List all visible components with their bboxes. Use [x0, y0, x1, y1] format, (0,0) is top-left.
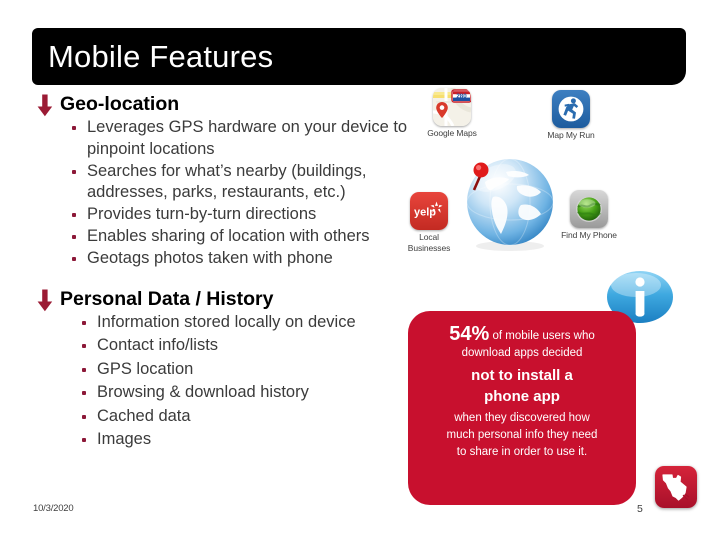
- content-column: Geo-location Leverages GPS hardware on y…: [36, 92, 426, 453]
- app-icon-label: Local Businesses: [407, 232, 451, 253]
- callout-stat-value: 54%: [449, 323, 490, 345]
- running-person-icon: [552, 90, 590, 128]
- section-title: Geo-location: [60, 93, 180, 115]
- section-heading-row: Personal Data / History: [36, 287, 426, 311]
- callout-line-4: much personal info they need: [446, 429, 598, 441]
- callout-line-3: when they discovered how: [454, 412, 590, 424]
- callout-emphasis-line-1: not to install a: [471, 367, 573, 384]
- down-arrow-icon: [36, 289, 54, 312]
- section-heading-row: Geo-location: [36, 92, 426, 117]
- app-icon-label: Map My Run: [547, 130, 595, 140]
- callout-emphasis-line-2: phone app: [484, 388, 560, 405]
- callout-line-2: download apps decided: [461, 347, 583, 359]
- yelp-icon: yelp: [410, 192, 448, 230]
- list-item: Leverages GPS hardware on your device to…: [70, 117, 426, 160]
- callout-line-1-rest: of mobile users who: [489, 330, 595, 342]
- list-item: GPS location: [80, 359, 426, 381]
- page-title: Mobile Features: [48, 39, 274, 74]
- slide-date: 10/3/2020: [33, 503, 74, 514]
- list-item: Browsing & download history: [80, 382, 426, 404]
- slide-title-bar: Mobile Features: [32, 28, 686, 85]
- app-icon-google-maps: 280 Google Maps: [423, 88, 481, 139]
- globe-with-location-pin-graphic: [459, 150, 562, 253]
- find-my-phone-icon: [570, 190, 608, 228]
- section-geo-location: Geo-location Leverages GPS hardware on y…: [36, 92, 426, 270]
- list-item: Cached data: [80, 406, 426, 428]
- callout-line-5: to share in order to use it.: [456, 446, 588, 458]
- app-icon-find-my-phone: Find My Phone: [560, 190, 618, 241]
- section-personal-data-history: Personal Data / History Information stor…: [36, 287, 426, 451]
- page-number: 5: [637, 503, 643, 515]
- list-item: Contact info/lists: [80, 335, 426, 357]
- callout-line-1: 54% of mobile users who: [422, 323, 622, 345]
- down-arrow-icon: [36, 94, 54, 117]
- google-maps-icon: 280: [433, 88, 471, 126]
- section-title: Personal Data / History: [60, 287, 274, 310]
- app-icon-local-businesses: yelp Local Businesses: [400, 192, 458, 253]
- app-icon-label: Google Maps: [427, 128, 477, 138]
- bullet-list-geo-location: Leverages GPS hardware on your device to…: [36, 117, 426, 270]
- list-item: Enables sharing of location with others: [70, 226, 426, 248]
- app-icon-map-my-run: Map My Run: [542, 90, 600, 141]
- list-item: Provides turn-by-turn directions: [70, 204, 426, 226]
- highway-shield-number: 280: [456, 93, 467, 100]
- slide-canvas: Mobile Features Geo-location Leverages G…: [0, 0, 720, 540]
- statistic-callout: 54% of mobile users who download apps de…: [408, 311, 636, 505]
- list-item: Geotags photos taken with phone: [70, 248, 426, 270]
- list-item: Images: [80, 429, 426, 451]
- list-item: Information stored locally on device: [80, 312, 426, 334]
- list-item: Searches for what’s nearby (buildings, a…: [70, 161, 426, 204]
- bullet-list-personal-data: Information stored locally on device Con…: [36, 312, 426, 451]
- yelp-wordmark: yelp: [414, 207, 436, 219]
- texas-state-logo: [655, 466, 697, 508]
- app-icon-label: Find My Phone: [561, 230, 617, 240]
